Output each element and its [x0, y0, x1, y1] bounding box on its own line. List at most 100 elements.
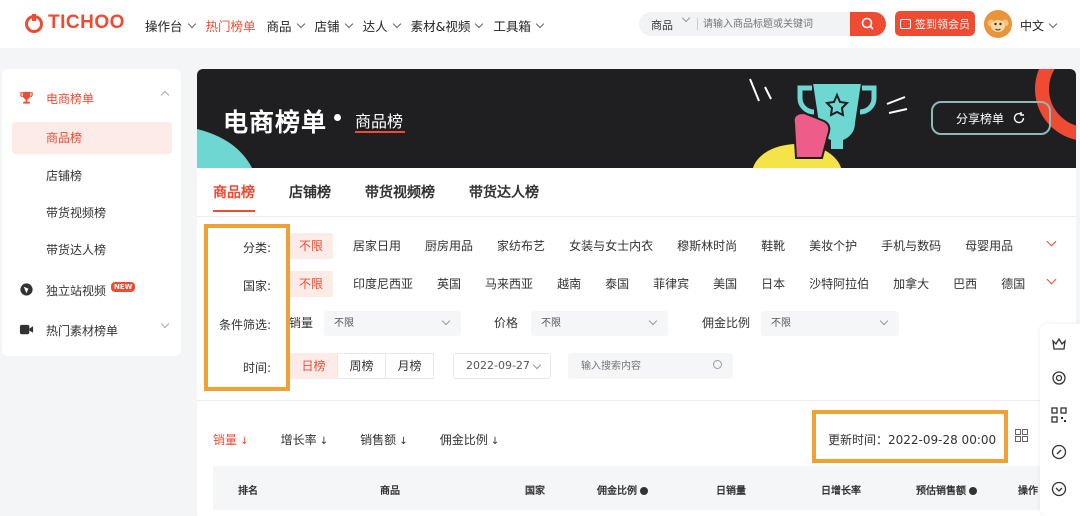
- category-option[interactable]: 母婴用品: [965, 233, 1013, 259]
- sidebar-item-ecommerce-rank[interactable]: 电商榜单: [2, 87, 181, 107]
- commission-filter-select[interactable]: 不限: [761, 311, 899, 336]
- country-option[interactable]: 日本: [761, 271, 785, 297]
- sidebar: 电商榜单 商品榜 店铺榜 带货视频榜 带货达人榜 独立站视频 NEW 热门素材榜…: [2, 69, 181, 356]
- country-option[interactable]: 马来西亚: [485, 271, 533, 297]
- sort-option-3[interactable]: 佣金比例 ↓: [440, 431, 500, 448]
- tab-3[interactable]: 带货达人榜: [469, 182, 539, 212]
- category-option[interactable]: 美妆个护: [809, 233, 857, 259]
- filter-row-country: 国家: 不限 印度尼西亚 英国 马来西亚 越南 泰国 菲律宾 美国 日本 沙特阿拉伯 加拿大 巴西 德国: [197, 271, 1076, 297]
- country-option[interactable]: 不限: [289, 271, 334, 297]
- filter-label: 国家:: [242, 279, 271, 293]
- trophy-icon: [20, 91, 33, 104]
- country-option[interactable]: 泰国: [605, 271, 629, 297]
- sales-filter-select[interactable]: 不限: [324, 311, 461, 336]
- country-option[interactable]: 德国: [1001, 271, 1025, 297]
- col-daily-growth: 日增长率: [821, 486, 861, 497]
- search-category-select[interactable]: 商品: [651, 17, 673, 33]
- chevron-down-icon: [160, 319, 170, 329]
- target-icon[interactable]: [1051, 370, 1067, 386]
- nav-item-4[interactable]: 达人: [363, 16, 401, 35]
- share-rank-button[interactable]: 分享榜单: [931, 101, 1051, 135]
- price-filter-select[interactable]: 不限: [531, 311, 668, 336]
- period-day-button[interactable]: 日榜: [289, 353, 338, 379]
- chevron-down-icon: [681, 13, 691, 23]
- nav-item-5[interactable]: 素材&视频: [411, 16, 484, 35]
- crown-icon[interactable]: [1051, 336, 1067, 352]
- sidebar-item-site-video[interactable]: 独立站视频 NEW: [2, 279, 181, 299]
- chevron-down-icon: [475, 19, 484, 28]
- country-option[interactable]: 加拿大: [893, 271, 929, 297]
- country-option[interactable]: 沙特阿拉伯: [809, 271, 869, 297]
- filter-label: 条件筛选:: [218, 318, 271, 332]
- period-week-button[interactable]: 周榜: [337, 353, 386, 379]
- chevron-down-icon: [187, 19, 196, 28]
- chevron-down-icon: [532, 360, 542, 370]
- tab-2[interactable]: 带货视频榜: [365, 182, 435, 212]
- nav-item-3[interactable]: 店铺: [314, 16, 353, 35]
- sort-label: 销售额: [360, 433, 397, 447]
- sidebar-sub-video-rank[interactable]: 带货视频榜: [12, 197, 172, 229]
- language-select[interactable]: 中文: [1020, 17, 1058, 34]
- nav-item-2[interactable]: 商品: [267, 16, 305, 35]
- info-icon[interactable]: [969, 487, 977, 495]
- country-option[interactable]: 巴西: [953, 271, 977, 297]
- banner-dot: [334, 114, 341, 121]
- nav-item-6[interactable]: 工具箱: [493, 16, 545, 35]
- chevron-circle-icon[interactable]: [1051, 481, 1067, 497]
- nav-item-0[interactable]: 操作台: [145, 16, 196, 35]
- country-option[interactable]: 美国: [713, 271, 737, 297]
- col-product: 商品: [380, 486, 400, 497]
- category-option[interactable]: 居家日用: [353, 233, 401, 259]
- info-icon[interactable]: [640, 487, 648, 495]
- tab-1[interactable]: 店铺榜: [289, 182, 331, 212]
- sidebar-sub-store-rank[interactable]: 店铺榜: [12, 160, 172, 192]
- period-month-button[interactable]: 月榜: [385, 353, 434, 379]
- category-option[interactable]: 鞋靴: [761, 233, 785, 259]
- category-option[interactable]: 不限: [289, 233, 334, 259]
- col-daily-sales: 日销量: [716, 486, 746, 497]
- grid-view-icon[interactable]: [1015, 429, 1028, 442]
- sidebar-item-material-rank[interactable]: 热门素材榜单: [2, 319, 181, 339]
- brand-name: TICHOO: [48, 12, 125, 33]
- new-badge: NEW: [111, 282, 136, 292]
- sort-option-0[interactable]: 销量 ↓: [213, 431, 249, 448]
- nav-label: 店铺: [314, 19, 340, 34]
- category-option[interactable]: 手机与数码: [881, 233, 941, 259]
- category-option[interactable]: 穆斯林时尚: [677, 233, 737, 259]
- monkey-avatar-icon: [984, 10, 1012, 38]
- category-option[interactable]: 家纺布艺: [497, 233, 545, 259]
- search-button[interactable]: [850, 12, 886, 36]
- brand-logo[interactable]: TICHOO: [24, 12, 125, 34]
- country-option[interactable]: 越南: [557, 271, 581, 297]
- sort-option-1[interactable]: 增长率 ↓: [281, 431, 329, 448]
- sort-arrow-icon: ↓: [487, 436, 500, 447]
- sidebar-sub-product-rank[interactable]: 商品榜: [12, 122, 172, 154]
- category-option[interactable]: 女装与女士内衣: [569, 233, 653, 259]
- qr-code-icon[interactable]: [1051, 407, 1067, 423]
- date-select[interactable]: 2022-09-27: [453, 353, 551, 379]
- country-options: 不限 印度尼西亚 英国 马来西亚 越南 泰国 菲律宾 美国 日本 沙特阿拉伯 加拿大 巴西 德国: [289, 271, 1049, 297]
- rank-tabs: 商品榜 店铺榜 带货视频榜 带货达人榜: [213, 182, 573, 212]
- country-option[interactable]: 英国: [437, 271, 461, 297]
- country-option[interactable]: 菲律宾: [653, 271, 689, 297]
- avatar[interactable]: [984, 10, 1012, 38]
- nav-item-1[interactable]: 热门榜单: [206, 16, 256, 35]
- tab-0[interactable]: 商品榜: [213, 182, 255, 212]
- divider: [197, 400, 1076, 401]
- country-option[interactable]: 印度尼西亚: [353, 271, 413, 297]
- col-est-revenue: 预估销售额: [916, 482, 977, 497]
- keyword-search-input[interactable]: [568, 353, 733, 379]
- sidebar-sub-creator-rank[interactable]: 带货达人榜: [12, 234, 172, 266]
- col-commission: 佣金比例: [597, 482, 648, 497]
- nav-label: 热门榜单: [205, 19, 256, 34]
- sort-label: 增长率: [280, 433, 317, 447]
- link-icon[interactable]: [1051, 444, 1067, 460]
- chevron-down-icon: [879, 316, 889, 326]
- filter-row-time: 时间: 日榜 周榜 月榜 2022-09-27: [197, 353, 1076, 379]
- search-input[interactable]: [703, 12, 851, 36]
- vip-signin-button[interactable]: 签到领会员: [895, 11, 975, 36]
- globe-icon: [20, 283, 33, 296]
- category-option[interactable]: 厨房用品: [425, 233, 473, 259]
- chevron-down-icon[interactable]: [1046, 236, 1057, 247]
- sort-option-2[interactable]: 销售额 ↓: [360, 431, 408, 448]
